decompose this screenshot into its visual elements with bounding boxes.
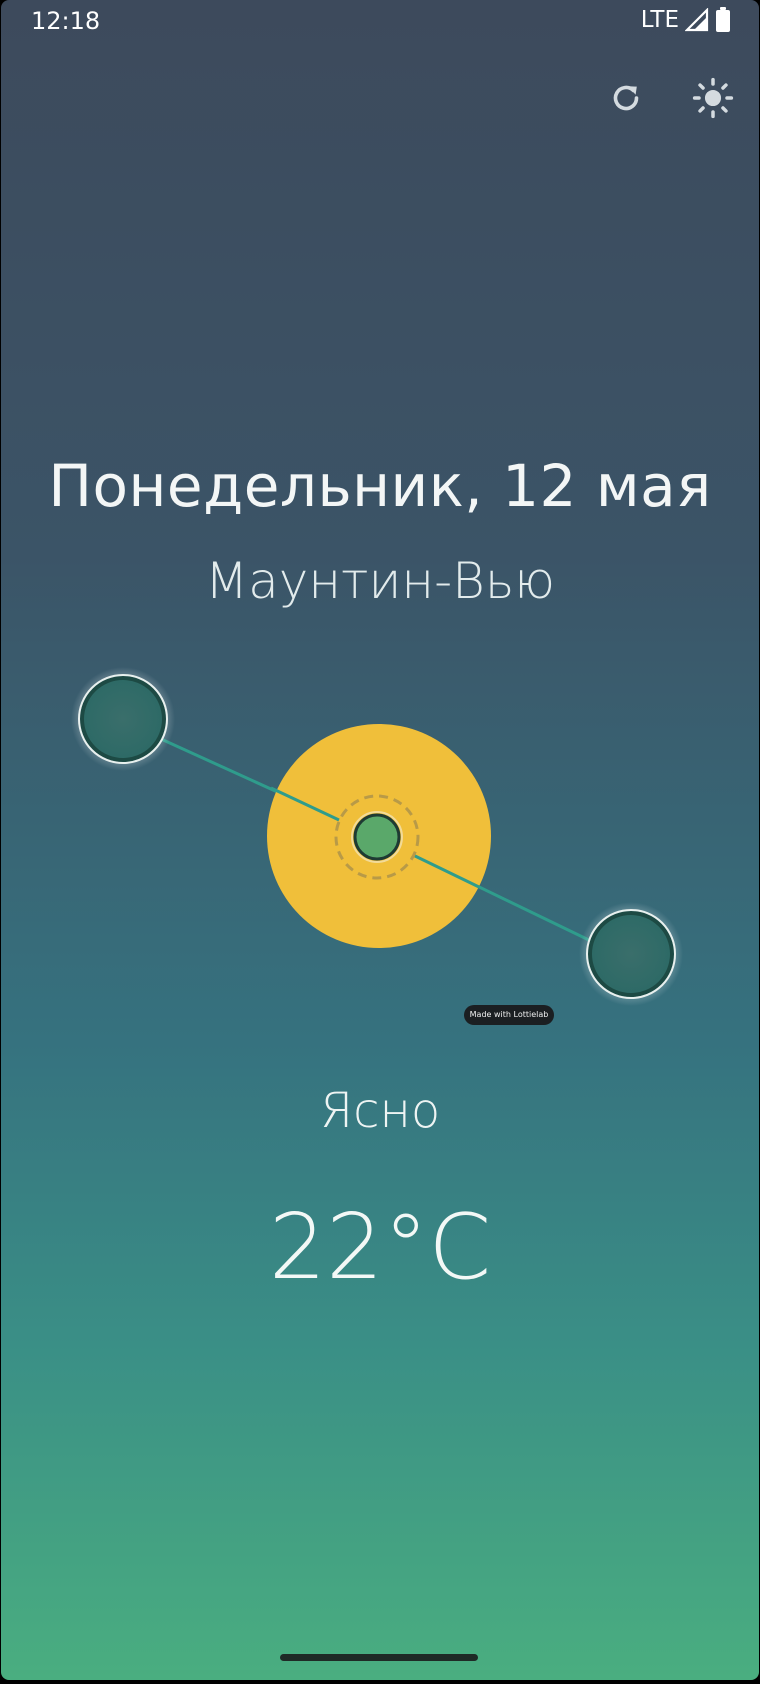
status-bar: 12:18 LTE <box>1 0 759 44</box>
temperature: 22°C <box>268 1195 492 1300</box>
weather-condition: Ясно <box>319 1083 441 1139</box>
city-name: Маунтин-Вью <box>205 552 555 610</box>
lottielab-badge[interactable]: Made with Lottielab <box>464 1005 554 1025</box>
weather-screen: 12:18 LTE Понедельник, 12 мая Маунтин-Вь… <box>1 0 759 1680</box>
status-indicators: LTE <box>641 7 731 33</box>
battery-icon <box>716 7 730 32</box>
signal-icon <box>685 8 709 32</box>
network-label: LTE <box>640 7 679 33</box>
date-title: Понедельник, 12 мая <box>48 452 712 520</box>
theme-toggle-button[interactable] <box>685 70 741 126</box>
sun-icon <box>692 77 734 119</box>
refresh-button[interactable] <box>598 70 654 126</box>
planet-right <box>588 911 674 997</box>
refresh-icon <box>613 85 639 111</box>
home-indicator[interactable] <box>280 1654 478 1661</box>
center-node <box>353 813 401 861</box>
status-time: 12:18 <box>31 7 101 35</box>
weather-animation <box>71 667 683 1006</box>
planet-left <box>80 676 166 762</box>
